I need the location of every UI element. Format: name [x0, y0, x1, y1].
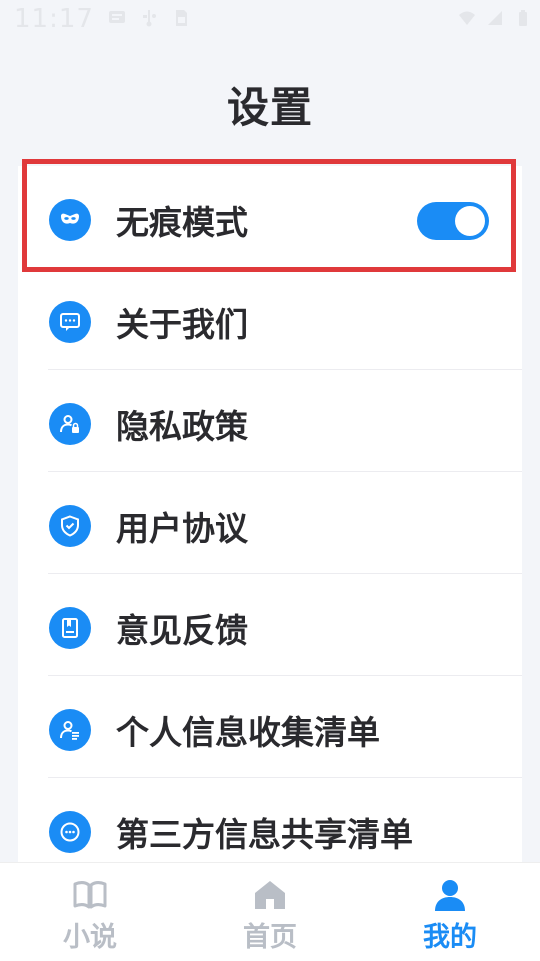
- settings-list: 无痕模式 关于我们 隐私政策 用户协议 意见反馈 个人信息收集清单 第三方信息共…: [18, 166, 522, 866]
- chat-dots-icon: [49, 811, 91, 853]
- settings-item-third-party-sharing-list[interactable]: 第三方信息共享清单: [18, 778, 522, 866]
- settings-item-personal-info-list[interactable]: 个人信息收集清单: [18, 676, 522, 778]
- status-bar: 11:17: [0, 0, 540, 40]
- settings-item-privacy-policy[interactable]: 隐私政策: [18, 370, 522, 472]
- page-title: 设置: [226, 83, 313, 132]
- status-left-icons: [108, 9, 190, 27]
- tab-label: 小说: [63, 922, 117, 953]
- user-lock-icon: [49, 403, 91, 445]
- settings-item-label: 无痕模式: [116, 203, 248, 242]
- wifi-icon: [459, 11, 475, 25]
- status-time: 11:17: [14, 4, 94, 34]
- home-icon: [255, 881, 285, 909]
- usb-icon: [143, 10, 156, 27]
- shield-check-icon: [49, 505, 91, 547]
- person-icon: [435, 880, 465, 911]
- user-list-icon: [49, 709, 91, 751]
- settings-item-label: 隐私政策: [116, 407, 248, 446]
- settings-item-about-us[interactable]: 关于我们: [18, 268, 522, 370]
- signal-icon: [488, 11, 502, 25]
- tab-mine[interactable]: 我的: [360, 863, 540, 961]
- settings-item-label: 个人信息收集清单: [116, 713, 380, 752]
- settings-item-user-agreement[interactable]: 用户协议: [18, 472, 522, 574]
- chat-icon: [49, 301, 91, 343]
- status-right-icons: [458, 9, 532, 27]
- battery-icon: [519, 10, 527, 26]
- tab-home[interactable]: 首页: [180, 863, 360, 961]
- settings-item-label: 关于我们: [116, 305, 248, 344]
- sim-icon: [176, 10, 187, 26]
- settings-item-label: 第三方信息共享清单: [116, 815, 413, 854]
- tab-novel[interactable]: 小说: [0, 863, 180, 961]
- settings-item-incognito-mode[interactable]: 无痕模式: [18, 166, 522, 268]
- bottom-tab-bar: 小说 首页 我的: [0, 862, 540, 961]
- message-icon: [109, 11, 125, 23]
- incognito-toggle[interactable]: [417, 202, 489, 240]
- mask-icon: [49, 199, 91, 241]
- settings-item-label: 用户协议: [116, 509, 248, 548]
- tab-label: 我的: [423, 922, 477, 953]
- book-icon: [49, 607, 91, 649]
- settings-item-feedback[interactable]: 意见反馈: [18, 574, 522, 676]
- tab-label: 首页: [243, 922, 297, 953]
- toggle-knob: [455, 206, 485, 236]
- book-open-icon: [73, 881, 107, 909]
- settings-item-label: 意见反馈: [116, 611, 248, 650]
